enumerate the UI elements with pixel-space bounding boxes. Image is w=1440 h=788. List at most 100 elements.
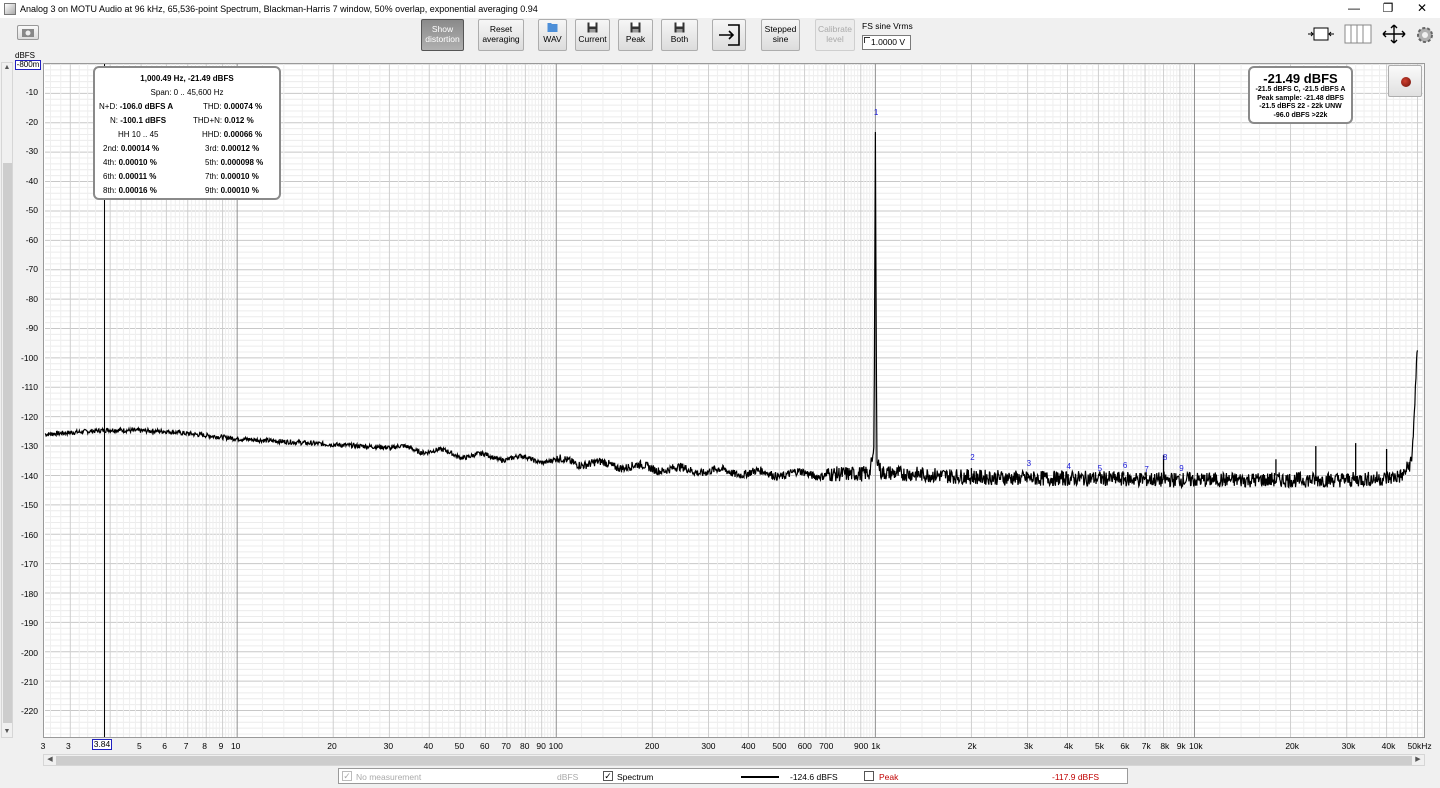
x-tick-label: 20k [1285,741,1300,751]
harmonic-label: 5th: [205,158,219,167]
y-tick-label: -160 [20,529,38,540]
x-tick-label: 6k [1120,741,1130,751]
x-cursor-marker[interactable]: 3.84 [92,739,112,750]
level-main: -21.49 dBFS [1263,71,1338,86]
dropdown-icon [864,37,870,43]
x-scrollbar-thumb[interactable] [56,756,1412,765]
show-distortion-button[interactable]: Show distortion [421,19,464,51]
harmonic-label: 3rd: [205,144,219,153]
layout-icon[interactable] [1306,23,1336,45]
x-tick-label: 60 [480,741,490,751]
save-peak-button[interactable]: Peak [618,19,653,51]
record-button[interactable] [1388,65,1422,97]
y-tick-label: -120 [20,411,38,422]
scroll-left-icon[interactable]: ◀ [45,755,55,765]
export-button[interactable] [712,19,746,51]
y-tick-label: -220 [20,706,38,717]
calibrate-level-button[interactable]: Calibrate level [815,19,855,51]
harmonic-marker: 5 [1097,463,1103,473]
x-tick-label: 900 [854,741,869,751]
harmonic-value: 0.00014 % [120,144,160,153]
y-tick-label: -140 [20,470,38,481]
y-tick-label: -150 [20,500,38,511]
x-tick-label: 9k [1176,741,1186,751]
no-measurement-units: dBFS [557,772,579,782]
y-scrollbar[interactable]: ▲ ▼ [1,62,13,738]
x-tick-label: 80 [519,741,530,751]
y-tick-label: -10 [25,87,38,98]
spectrum-value: -124.6 dBFS [790,772,838,782]
harmonic-label: 4th: [103,158,117,167]
hhd-label: HHD: [202,130,222,139]
no-measurement-label: No measurement [356,772,422,782]
harmonic-label: 9th: [205,186,219,195]
nd-value: -106.0 dBFS A [119,102,174,111]
thdn-label: THD+N: [193,116,223,125]
window-title: Analog 3 on MOTU Audio at 96 kHz, 65,536… [20,4,538,14]
x-tick-label: 100 [548,741,563,751]
minimize-button[interactable]: — [1337,0,1371,18]
x-tick-label: 3 [65,741,71,751]
distortion-panel[interactable]: 1,000.49 Hz, -21.49 dBFS Span: 0 .. 45,6… [93,66,281,200]
thdn-value: 0.012 % [224,116,254,125]
harmonic-label: 2nd: [103,144,119,153]
y-top-marker[interactable]: -800m [15,60,41,70]
peak-value: -117.9 dBFS [1052,772,1100,782]
x-tick-label: 70 [501,741,511,751]
wav-button[interactable]: WAV [538,19,567,51]
hhd-value: 0.00066 % [223,130,263,139]
no-measurement-checkbox[interactable]: ✓ [342,771,352,781]
level-line-4: -96.0 dBFS >22k [1273,111,1328,119]
x-tick-label: 1k [871,741,881,751]
n-value: -100.1 dBFS [120,116,167,125]
x-scrollbar[interactable]: ◀ ▶ [43,754,1425,766]
close-button[interactable]: ✕ [1405,0,1439,18]
x-tick-label: 700 [819,741,834,751]
harmonic-marker: 4 [1066,462,1071,472]
save-both-button[interactable]: Both [661,19,698,51]
harmonic-value: 0.00010 % [118,158,157,167]
level-panel[interactable]: -21.49 dBFS -21.5 dBFS C, -21.5 dBFS A P… [1248,66,1353,124]
x-tick-label: 7k [1141,741,1151,751]
columns-icon[interactable] [1343,23,1373,45]
scroll-right-icon[interactable]: ▶ [1413,755,1423,765]
harmonic-row: 2nd: 0.00014 % [103,144,159,153]
x-tick-label: 10 [230,741,241,751]
y-tick-label: -60 [25,234,38,245]
spectrum-checkbox[interactable]: ✓ [603,771,613,781]
harmonic-value: 0.00010 % [220,186,259,195]
fs-sine-label: FS sine Vrms [862,21,913,31]
x-tick-label: 40k [1381,741,1396,751]
save-current-button[interactable]: Current [575,19,610,51]
span-label: Span: 0 .. 45,600 Hz [150,88,224,97]
fs-sine-select[interactable]: 1.0000 V [862,35,911,50]
spectrum-line-swatch [741,776,779,778]
y-tick-label: -30 [25,146,38,157]
title-bar: Analog 3 on MOTU Audio at 96 kHz, 65,536… [0,0,1440,18]
y-scrollbar-thumb[interactable] [3,163,12,723]
harmonic-row: 7th: 0.00010 % [205,172,259,181]
x-tick-label: 90 [536,741,546,751]
x-tick-label: 50 [454,741,465,751]
restore-button[interactable]: ❐ [1371,0,1405,18]
y-tick-label: -20 [25,116,38,127]
peak-checkbox[interactable] [864,771,874,781]
distortion-header: 1,000.49 Hz, -21.49 dBFS [140,74,234,83]
y-tick-label: -210 [20,676,38,687]
x-tick-label: 8k [1160,741,1170,751]
camera-icon[interactable] [17,25,39,40]
x-tick-label: 4k [1063,741,1073,751]
y-tick-label: -170 [20,559,38,570]
scroll-up-icon[interactable]: ▲ [2,63,12,73]
level-line-1: -21.5 dBFS C, -21.5 dBFS A [1255,86,1346,93]
x-tick-label: 30 [383,741,394,751]
harmonic-value: 0.000098 % [220,158,264,167]
stepped-sine-button[interactable]: Stepped sine [761,19,800,51]
gear-icon[interactable] [1415,25,1435,45]
reset-averaging-button[interactable]: Reset averaging [478,19,524,51]
scroll-down-icon[interactable]: ▼ [2,727,12,737]
zoom-fit-icon[interactable] [1380,23,1408,45]
save-icon [630,22,641,33]
y-tick-label: -80 [25,293,38,304]
y-tick-label: -190 [20,618,38,629]
